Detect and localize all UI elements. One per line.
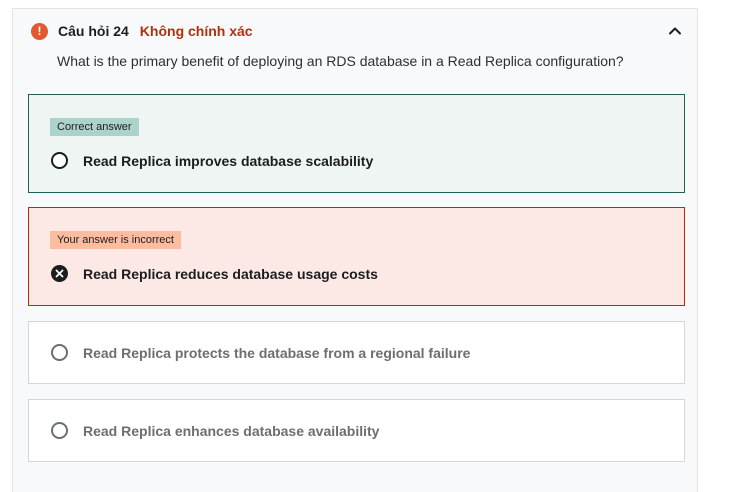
warning-icon: ! <box>31 22 48 40</box>
question-text: What is the primary benefit of deploying… <box>57 53 624 69</box>
answer-label: Read Replica reduces database usage cost… <box>83 265 378 282</box>
chevron-up-icon[interactable] <box>667 23 683 39</box>
radio-button[interactable] <box>51 422 68 439</box>
answer-option: Read Replica protects the database from … <box>28 321 685 384</box>
close-circle-icon[interactable] <box>51 265 68 282</box>
answer-option-selected-incorrect: Your answer is incorrect Read Replica re… <box>28 207 685 306</box>
radio-button[interactable] <box>51 344 68 361</box>
correct-answer-badge: Correct answer <box>50 118 139 136</box>
question-status: Không chính xác <box>139 23 253 39</box>
answer-label: Read Replica improves database scalabili… <box>83 152 374 169</box>
radio-button[interactable] <box>51 152 68 169</box>
question-number: Câu hỏi 24 <box>58 23 129 39</box>
answer-label: Read Replica enhances database availabil… <box>83 422 380 439</box>
answer-label: Read Replica protects the database from … <box>83 344 471 361</box>
incorrect-answer-badge: Your answer is incorrect <box>50 231 181 249</box>
question-card: ! Câu hỏi 24 Không chính xác What is the… <box>12 8 698 492</box>
answer-option: Read Replica enhances database availabil… <box>28 399 685 462</box>
question-header: ! Câu hỏi 24 Không chính xác <box>31 21 253 41</box>
answer-option-correct: Correct answer Read Replica improves dat… <box>28 94 685 193</box>
